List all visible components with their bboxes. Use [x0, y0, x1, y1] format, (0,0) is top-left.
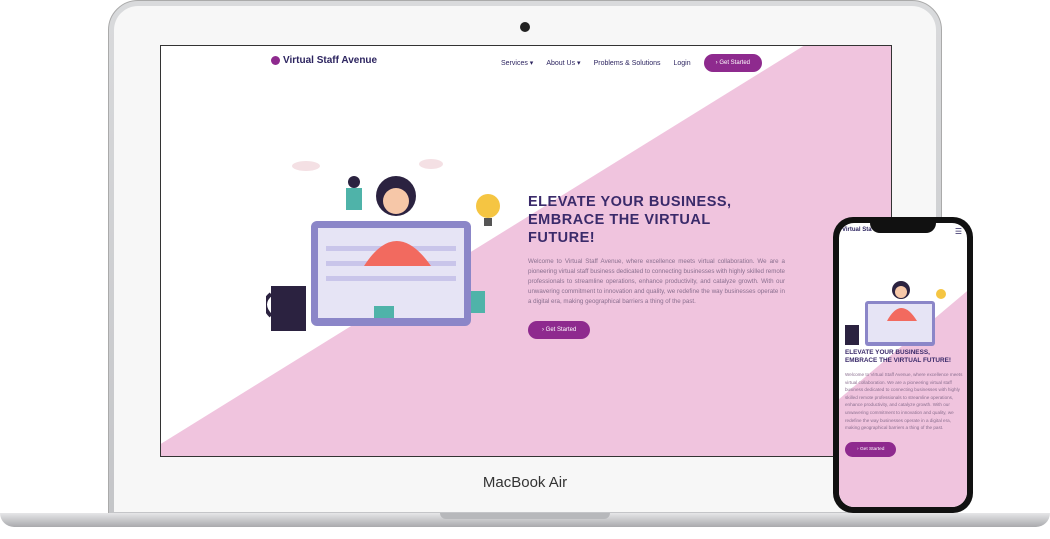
nav-get-started-button[interactable]: › Get Started — [703, 54, 762, 72]
phone-screen: Virtual Sta ☰ ELEVATE YOUR BUSINESS, EMB… — [839, 223, 967, 507]
button-label: Get Started — [859, 446, 885, 452]
button-label: Get Started — [545, 327, 577, 333]
site-logo[interactable]: Virtual Staff Avenue — [271, 55, 377, 66]
hero-description: Welcome to Virtual Staff Avenue, where e… — [528, 258, 785, 305]
nav-label: Services — [501, 60, 528, 67]
hero-heading: ELEVATE YOUR BUSINESS, EMBRACE THE VIRTU… — [528, 194, 732, 246]
mobile-hero-text: ELEVATE YOUR BUSINESS, EMBRACE THE VIRTU… — [845, 349, 963, 457]
laptop-screen: Virtual Staff Avenue Services ▾ About Us… — [160, 45, 892, 457]
hamburger-menu-icon[interactable]: ☰ — [955, 227, 962, 236]
nav-problems-solutions[interactable]: Problems & Solutions — [594, 60, 661, 67]
mobile-hero-illustration — [845, 281, 946, 346]
logo-icon — [271, 56, 280, 65]
nav-label: About Us — [546, 60, 576, 67]
camera-icon — [520, 22, 530, 32]
mobile-get-started-button[interactable]: › Get Started — [845, 441, 897, 457]
main-nav: Services ▾ About Us ▾ Problems & Solutio… — [501, 54, 762, 72]
nav-services[interactable]: Services ▾ — [501, 59, 533, 67]
mobile-hero-description: Welcome to Virtual Staff Avenue, where e… — [845, 372, 963, 431]
button-label: Get Started — [719, 60, 750, 66]
mobile-logo[interactable]: Virtual Sta — [842, 227, 872, 233]
hero-illustration — [266, 159, 500, 331]
laptop-notch — [440, 513, 610, 519]
mobile-hero-heading: ELEVATE YOUR BUSINESS, EMBRACE THE VIRTU… — [845, 349, 952, 364]
macbook-label: MacBook Air — [482, 474, 568, 491]
nav-about-us[interactable]: About Us ▾ — [546, 59, 580, 67]
nav-login[interactable]: Login — [674, 60, 691, 67]
phone-notch — [870, 219, 936, 233]
hero-get-started-button[interactable]: › Get Started — [528, 321, 591, 339]
hero-text: ELEVATE YOUR BUSINESS, EMBRACE THE VIRTU… — [528, 193, 785, 339]
logo-text: Virtual Staff Avenue — [283, 55, 378, 66]
